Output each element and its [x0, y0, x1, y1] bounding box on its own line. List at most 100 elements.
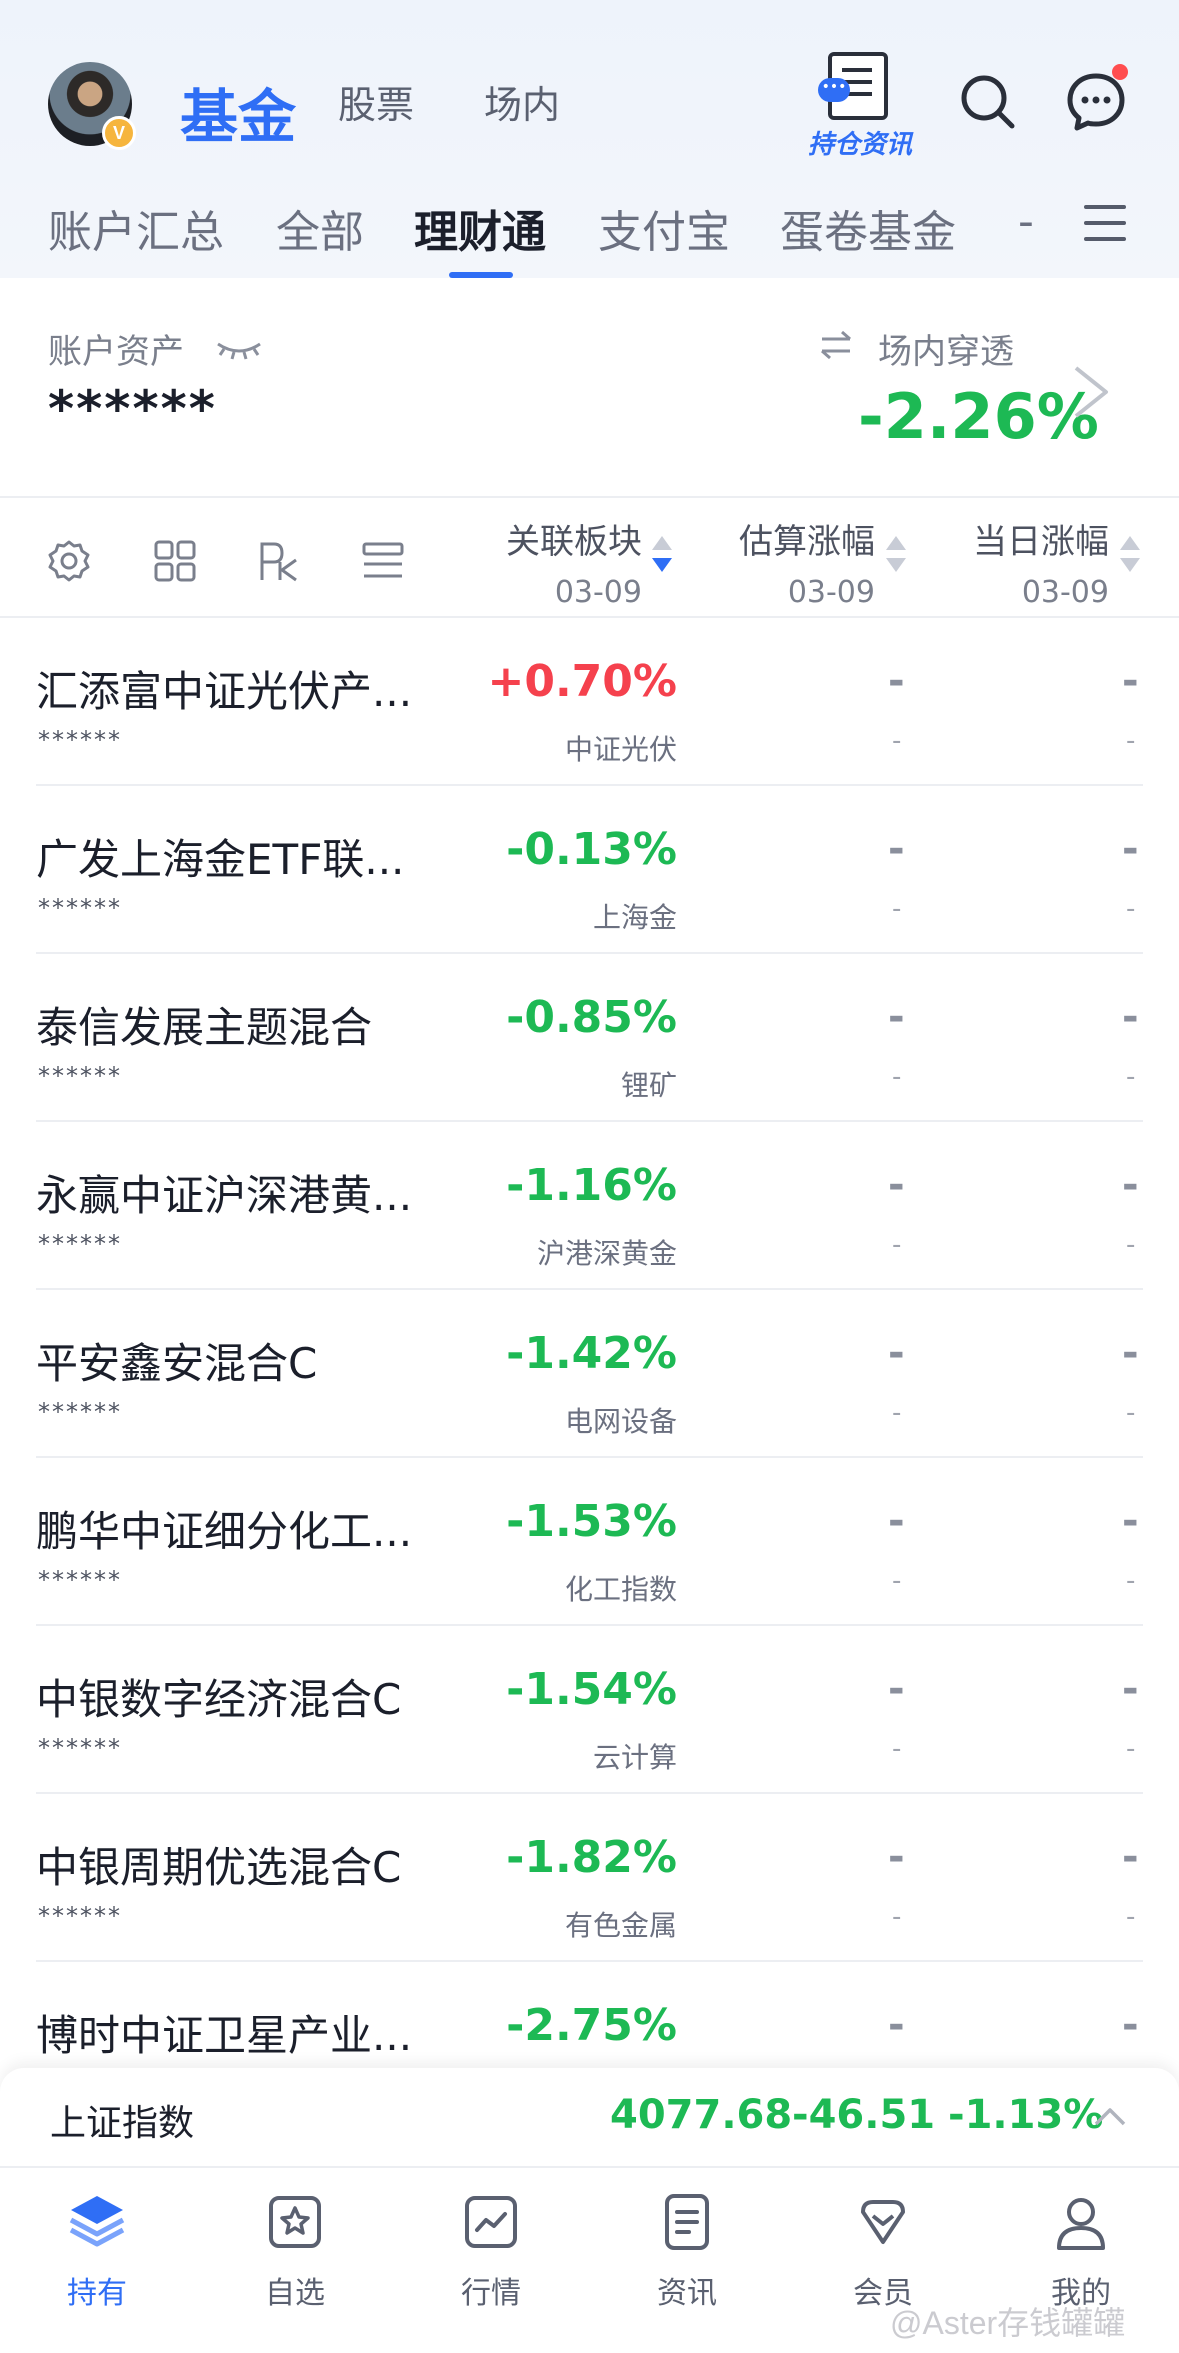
estimate-change: -	[888, 994, 905, 1040]
estimate-sub: -	[892, 894, 902, 924]
column-estimate[interactable]: 估算涨幅 03-09	[739, 514, 875, 610]
grid-view-icon[interactable]	[152, 538, 198, 584]
estimate-sub: -	[892, 1902, 902, 1932]
sort-sector-icon[interactable]	[652, 536, 672, 582]
estimate-change: -	[888, 2002, 905, 2048]
estimate-change: -	[888, 1666, 905, 1712]
daily-sub: -	[1126, 894, 1136, 924]
news-icon	[665, 2194, 709, 2250]
estimate-change: -	[888, 1498, 905, 1544]
header: V 基金 股票 场内 ••• 持仓资讯 账户汇总 全部 理财通 支付宝 蛋卷基金…	[0, 0, 1179, 278]
search-button[interactable]	[956, 70, 1020, 134]
column-header: 关联板块 03-09 估算涨幅 03-09 当日涨幅 03-09	[0, 498, 1179, 618]
fund-amount-masked: ******	[38, 1398, 122, 1426]
messages-button[interactable]	[1064, 64, 1128, 134]
sector-change: -1.42%	[506, 1328, 677, 1379]
menu-icon[interactable]	[1084, 205, 1126, 241]
sector-change: -0.13%	[506, 824, 677, 875]
column-daily-date: 03-09	[1021, 575, 1109, 610]
sector-name: 化工指数	[564, 1573, 677, 1606]
chevron-up-icon[interactable]	[1092, 2104, 1128, 2128]
tab-alipay[interactable]: 支付宝	[598, 196, 730, 260]
pk-compare-icon[interactable]	[256, 538, 302, 584]
tab-onexchange[interactable]: 场内	[484, 74, 560, 129]
estimate-sub: -	[892, 1398, 902, 1428]
tab-fund[interactable]: 基金	[180, 70, 296, 154]
sector-name: 上海金	[592, 901, 677, 934]
sort-estimate-icon[interactable]	[886, 536, 906, 582]
fund-name: 博时中证卫星产业...	[36, 2011, 413, 2060]
sector-change: -1.16%	[506, 1160, 677, 1211]
fund-name: 泰信发展主题混合	[36, 1003, 373, 1052]
daily-sub: -	[1126, 1398, 1136, 1428]
fund-amount-masked: ******	[38, 1566, 122, 1594]
table-row[interactable]: 永赢中证沪深港黄... ****** -1.16% 沪港深黄金 - - - -	[36, 1122, 1143, 1290]
nav-market-label: 行情	[461, 2276, 521, 2311]
eye-closed-icon[interactable]	[214, 340, 264, 360]
index-ticker-bar[interactable]: 上证指数 4077.68 -46.51 -1.13%	[0, 2068, 1179, 2168]
index-value: 4077.68	[610, 2092, 793, 2138]
penetration-label[interactable]: 场内穿透	[878, 324, 1014, 373]
table-row[interactable]: 汇添富中证光伏产... ****** +0.70% 中证光伏 - - - -	[36, 618, 1143, 786]
tab-all[interactable]: 全部	[276, 196, 364, 260]
nav-news-label: 资讯	[657, 2276, 717, 2311]
table-row[interactable]: 鹏华中证细分化工... ****** -1.53% 化工指数 - - - -	[36, 1458, 1143, 1626]
tab-more-dash[interactable]: -	[1018, 196, 1034, 247]
star-icon	[269, 2196, 321, 2248]
daily-sub: -	[1126, 1062, 1136, 1092]
sector-change: -1.53%	[506, 1496, 677, 1547]
sector-name: 锂矿	[620, 1069, 677, 1102]
table-row[interactable]: 平安鑫安混合C ****** -1.42% 电网设备 - - - -	[36, 1290, 1143, 1458]
tab-danjuan[interactable]: 蛋卷基金	[780, 196, 956, 260]
sector-name: 电网设备	[564, 1405, 677, 1438]
column-daily[interactable]: 当日涨幅 03-09	[973, 514, 1109, 610]
holdings-news-button[interactable]: ••• 持仓资讯	[800, 52, 920, 162]
fund-name: 广发上海金ETF联...	[36, 835, 405, 884]
daily-change: -	[1122, 658, 1139, 704]
column-sector[interactable]: 关联板块 03-09	[506, 514, 642, 610]
nav-watchlist[interactable]: 自选	[230, 2190, 360, 2330]
asset-value: ******	[48, 380, 217, 438]
tab-licaitong[interactable]: 理财通	[414, 196, 546, 260]
table-row[interactable]: 中银周期优选混合C ****** -1.82% 有色金属 - - - -	[36, 1794, 1143, 1962]
sector-name: 沪港深黄金	[536, 1237, 677, 1270]
chart-icon	[465, 2196, 517, 2248]
tab-stock[interactable]: 股票	[338, 74, 414, 129]
sector-name: 有色金属	[564, 1909, 677, 1942]
column-daily-title: 当日涨幅	[973, 522, 1109, 562]
nav-news[interactable]: 资讯	[622, 2190, 752, 2330]
avatar[interactable]: V	[48, 62, 136, 150]
daily-sub: -	[1126, 1902, 1136, 1932]
estimate-change: -	[888, 826, 905, 872]
sort-daily-icon[interactable]	[1120, 536, 1140, 582]
fund-name: 平安鑫安混合C	[36, 1339, 318, 1388]
nav-market[interactable]: 行情	[426, 2190, 556, 2330]
asset-summary: 账户资产 ****** 场内穿透 -2.26%	[0, 278, 1179, 498]
estimate-sub: -	[892, 1566, 902, 1596]
tab-account-summary[interactable]: 账户汇总	[48, 196, 224, 260]
table-row[interactable]: 广发上海金ETF联... ****** -0.13% 上海金 - - - -	[36, 786, 1143, 954]
chevron-right-icon[interactable]	[1070, 362, 1112, 422]
fund-name: 汇添富中证光伏产...	[36, 667, 413, 716]
nav-holdings[interactable]: 持有	[32, 2190, 162, 2330]
nav-watchlist-label: 自选	[265, 2276, 325, 2311]
daily-change: -	[1122, 1162, 1139, 1208]
table-row[interactable]: 泰信发展主题混合 ****** -0.85% 锂矿 - - - -	[36, 954, 1143, 1122]
estimate-sub: -	[892, 1062, 902, 1092]
sector-name: 云计算	[592, 1741, 677, 1774]
column-sector-date: 03-09	[554, 575, 642, 610]
index-change: -46.51	[792, 2092, 936, 2138]
asset-label: 账户资产	[48, 332, 184, 372]
table-row[interactable]: 中银数字经济混合C ****** -1.54% 云计算 - - - -	[36, 1626, 1143, 1794]
estimate-change: -	[888, 1330, 905, 1376]
settings-icon[interactable]	[46, 538, 92, 584]
sector-change: -2.75%	[506, 2000, 677, 2051]
column-estimate-title: 估算涨幅	[739, 522, 875, 562]
diamond-heart-icon	[861, 2200, 905, 2244]
sector-name: 中证光伏	[564, 733, 677, 766]
sector-change: -1.82%	[506, 1832, 677, 1883]
fund-amount-masked: ******	[38, 1062, 122, 1090]
sector-change: -1.54%	[506, 1664, 677, 1715]
index-percent: -1.13%	[948, 2092, 1104, 2138]
list-view-icon[interactable]	[360, 538, 406, 584]
